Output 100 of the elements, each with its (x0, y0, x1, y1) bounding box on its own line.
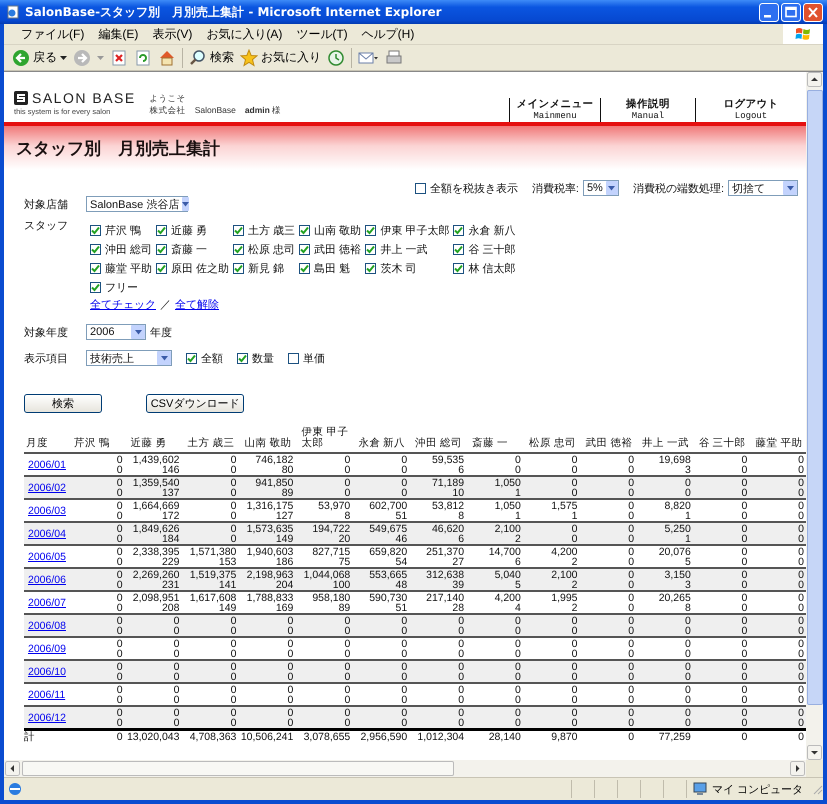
menu-item[interactable]: お気に入り(A) (199, 26, 290, 42)
sales-amount: 46,620 (430, 524, 464, 534)
checkbox[interactable] (365, 244, 376, 255)
checkbox[interactable] (90, 244, 101, 255)
scroll-thumb[interactable] (22, 761, 454, 776)
checkbox[interactable] (453, 244, 464, 255)
scroll-thumb[interactable] (806, 90, 822, 705)
vertical-scrollbar[interactable] (806, 72, 823, 760)
menu-item[interactable]: 編集(E) (91, 26, 146, 42)
sales-amount: 0 (740, 639, 748, 649)
refresh-icon[interactable] (134, 48, 152, 66)
dropdown[interactable]: 2006 (86, 324, 146, 340)
clock-icon[interactable] (327, 48, 345, 66)
button[interactable]: CSVダウンロード (146, 394, 244, 413)
checkbox[interactable] (156, 225, 168, 236)
home-icon[interactable] (158, 48, 176, 66)
month-link[interactable]: 2006/10 (28, 666, 66, 678)
sales-amount: 1,050 (494, 478, 521, 488)
checkbox[interactable] (453, 263, 464, 274)
dropdown[interactable]: 切捨て (728, 180, 798, 196)
sales-amount: 5,250 (664, 524, 691, 534)
checkbox[interactable] (288, 352, 299, 364)
close-icon[interactable] (803, 2, 823, 22)
sales-amount: 0 (400, 478, 408, 488)
toolbar-button[interactable]: お気に入り (240, 48, 321, 66)
month-link[interactable]: 2006/06 (28, 574, 66, 586)
column-header: 武田 徳裕 (580, 425, 636, 453)
sales-count: 100 (332, 580, 350, 590)
month-link[interactable]: 2006/12 (28, 712, 66, 724)
menu-item[interactable]: ツール(T) (289, 26, 355, 42)
checkbox[interactable] (453, 225, 464, 236)
checkbox[interactable] (237, 352, 248, 364)
checkbox[interactable] (233, 244, 244, 255)
welcome-text: ようこそ (150, 92, 187, 104)
checkbox[interactable] (90, 225, 101, 236)
menu-item[interactable]: 表示(V) (145, 26, 200, 42)
caret-icon (134, 330, 142, 334)
checkbox[interactable] (156, 244, 168, 255)
dropdown[interactable]: 技術売上 (86, 350, 172, 366)
sales-count: 0 (797, 557, 804, 567)
staff-name: 伊東 甲子太郎 (380, 224, 450, 238)
month-link[interactable]: 2006/01 (28, 459, 66, 471)
toolbar-button[interactable]: 戻る (12, 48, 67, 66)
total-label: 計 (24, 731, 35, 743)
month-link[interactable]: 2006/09 (28, 643, 66, 655)
sales-count: 0 (514, 465, 521, 475)
staff-name: 斎藤 一 (171, 242, 208, 257)
checkbox[interactable] (90, 282, 101, 293)
sales-count: 0 (230, 511, 236, 521)
checkbox[interactable] (299, 225, 310, 236)
checkbox-label: 単価 (303, 352, 325, 366)
horizontal-scrollbar[interactable] (4, 760, 806, 777)
month-link[interactable]: 2006/11 (28, 689, 66, 701)
menu-item[interactable]: ヘルプ(H) (354, 26, 422, 42)
month-link[interactable]: 2006/07 (28, 597, 66, 609)
sales-amount: 0 (116, 524, 123, 534)
sales-amount: 602,700 (368, 501, 408, 511)
sales-count: 0 (797, 718, 804, 728)
sales-count: 6 (515, 557, 521, 567)
month-link[interactable]: 2006/08 (28, 620, 66, 632)
checkbox[interactable] (186, 352, 197, 364)
maximize-icon[interactable] (781, 2, 801, 22)
link[interactable]: 全て解除 (175, 297, 219, 312)
checkbox[interactable] (90, 263, 101, 274)
sales-count: 0 (116, 672, 123, 682)
checkbox[interactable] (299, 244, 310, 255)
printer-icon[interactable] (385, 48, 403, 66)
sales-amount: 0 (400, 685, 408, 695)
checkbox[interactable] (233, 263, 244, 274)
checkbox[interactable] (365, 263, 376, 274)
toolbar-button[interactable]: 検索 (189, 48, 234, 66)
month-link[interactable]: 2006/05 (28, 551, 66, 563)
dropdown[interactable]: 5% (582, 180, 619, 196)
checkbox[interactable] (414, 182, 426, 194)
sales-amount: 0 (627, 455, 634, 465)
sales-amount: 0 (740, 455, 748, 465)
checkbox[interactable] (299, 263, 310, 274)
link[interactable]: 全てチェック (90, 297, 156, 312)
checkbox[interactable] (233, 225, 244, 236)
sales-amount: 0 (740, 593, 748, 603)
month-link[interactable]: 2006/03 (28, 505, 66, 517)
sales-amount: 0 (116, 708, 123, 718)
total-amount: 0 (627, 732, 634, 742)
button[interactable]: 検索 (24, 394, 102, 413)
sales-amount: 0 (116, 547, 123, 557)
sales-count: 20 (338, 534, 350, 544)
menu-item[interactable]: ファイル(F) (14, 26, 92, 42)
checkbox[interactable] (156, 263, 168, 274)
sales-amount: 0 (797, 616, 804, 626)
checkbox-label: 数量 (252, 352, 274, 366)
minimize-icon[interactable] (759, 2, 779, 22)
month-link[interactable]: 2006/04 (28, 528, 66, 540)
stop-icon[interactable] (110, 48, 128, 66)
dropdown[interactable]: SalonBase 渋谷店 (86, 196, 188, 212)
sales-count: 1 (515, 488, 521, 498)
column-header: 芹沢 鴨 (68, 425, 125, 453)
month-link[interactable]: 2006/02 (28, 482, 66, 494)
sales-count: 2 (572, 557, 578, 567)
sales-count: 0 (797, 511, 804, 521)
checkbox[interactable] (365, 225, 376, 236)
